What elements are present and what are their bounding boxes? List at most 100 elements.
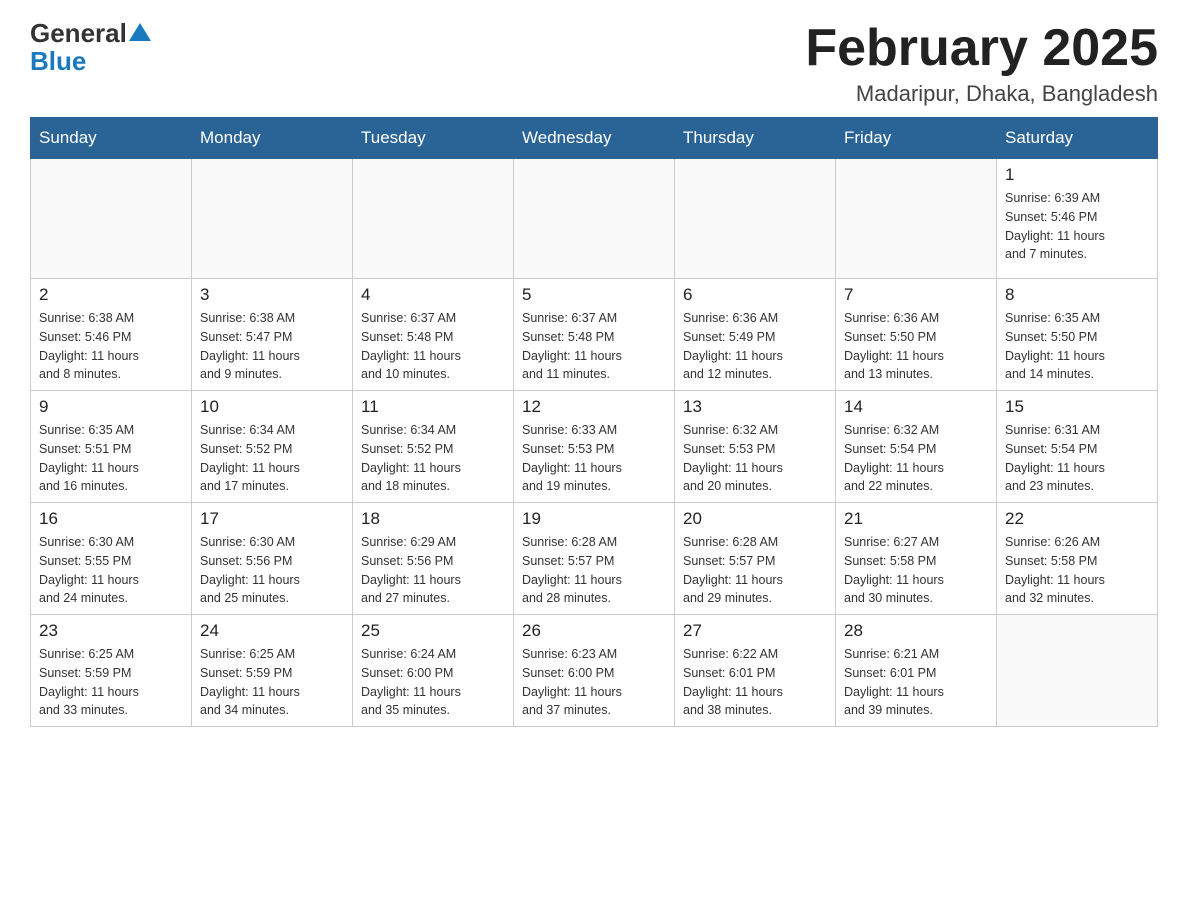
calendar-cell: 27 Sunrise: 6:22 AM Sunset: 6:01 PM Dayli…: [675, 615, 836, 727]
day-info: Sunrise: 6:35 AM Sunset: 5:51 PM Dayligh…: [39, 421, 183, 496]
weekday-header-monday: Monday: [192, 118, 353, 159]
day-info: Sunrise: 6:26 AM Sunset: 5:58 PM Dayligh…: [1005, 533, 1149, 608]
day-number: 25: [361, 621, 505, 641]
logo: General Blue: [30, 20, 151, 77]
calendar-cell: 6 Sunrise: 6:36 AM Sunset: 5:49 PM Daylig…: [675, 279, 836, 391]
day-number: 23: [39, 621, 183, 641]
day-number: 7: [844, 285, 988, 305]
calendar-cell: 1 Sunrise: 6:39 AM Sunset: 5:46 PM Daylig…: [997, 159, 1158, 279]
logo-triangle-icon: [129, 23, 151, 41]
title-section: February 2025 Madaripur, Dhaka, Banglade…: [805, 20, 1158, 107]
day-number: 2: [39, 285, 183, 305]
weekday-header-tuesday: Tuesday: [353, 118, 514, 159]
page-header: General Blue February 2025 Madaripur, Dh…: [30, 20, 1158, 107]
day-number: 27: [683, 621, 827, 641]
day-number: 22: [1005, 509, 1149, 529]
calendar-cell: 18 Sunrise: 6:29 AM Sunset: 5:56 PM Dayli…: [353, 503, 514, 615]
logo-general-text: General: [30, 20, 127, 46]
day-info: Sunrise: 6:28 AM Sunset: 5:57 PM Dayligh…: [683, 533, 827, 608]
calendar-cell: 2 Sunrise: 6:38 AM Sunset: 5:46 PM Daylig…: [31, 279, 192, 391]
calendar-cell: 5Sunrise: 6:37 AM Sunset: 5:48 PM Daylig…: [514, 279, 675, 391]
day-info: Sunrise: 6:31 AM Sunset: 5:54 PM Dayligh…: [1005, 421, 1149, 496]
calendar-cell: 4 Sunrise: 6:37 AM Sunset: 5:48 PM Daylig…: [353, 279, 514, 391]
week-row-2: 9 Sunrise: 6:35 AM Sunset: 5:51 PM Daylig…: [31, 391, 1158, 503]
week-row-4: 23 Sunrise: 6:25 AM Sunset: 5:59 PM Dayli…: [31, 615, 1158, 727]
day-info: Sunrise: 6:35 AM Sunset: 5:50 PM Dayligh…: [1005, 309, 1149, 384]
calendar-cell: 7 Sunrise: 6:36 AM Sunset: 5:50 PM Daylig…: [836, 279, 997, 391]
calendar-cell: [31, 159, 192, 279]
calendar-cell: 20 Sunrise: 6:28 AM Sunset: 5:57 PM Dayli…: [675, 503, 836, 615]
day-info: Sunrise: 6:39 AM Sunset: 5:46 PM Dayligh…: [1005, 189, 1149, 264]
weekday-header-row: SundayMondayTuesdayWednesdayThursdayFrid…: [31, 118, 1158, 159]
calendar-cell: 14 Sunrise: 6:32 AM Sunset: 5:54 PM Dayli…: [836, 391, 997, 503]
day-number: 16: [39, 509, 183, 529]
week-row-3: 16 Sunrise: 6:30 AM Sunset: 5:55 PM Dayli…: [31, 503, 1158, 615]
calendar-cell: 9 Sunrise: 6:35 AM Sunset: 5:51 PM Daylig…: [31, 391, 192, 503]
calendar-cell: [353, 159, 514, 279]
calendar-cell: [192, 159, 353, 279]
calendar-cell: 16 Sunrise: 6:30 AM Sunset: 5:55 PM Dayli…: [31, 503, 192, 615]
day-info: Sunrise: 6:21 AM Sunset: 6:01 PM Dayligh…: [844, 645, 988, 720]
calendar-cell: 3 Sunrise: 6:38 AM Sunset: 5:47 PM Daylig…: [192, 279, 353, 391]
day-info: Sunrise: 6:22 AM Sunset: 6:01 PM Dayligh…: [683, 645, 827, 720]
calendar-cell: 25Sunrise: 6:24 AM Sunset: 6:00 PM Dayli…: [353, 615, 514, 727]
calendar-cell: [675, 159, 836, 279]
day-info: Sunrise: 6:32 AM Sunset: 5:53 PM Dayligh…: [683, 421, 827, 496]
calendar-cell: 17Sunrise: 6:30 AM Sunset: 5:56 PM Dayli…: [192, 503, 353, 615]
day-number: 24: [200, 621, 344, 641]
day-info: Sunrise: 6:29 AM Sunset: 5:56 PM Dayligh…: [361, 533, 505, 608]
day-info: Sunrise: 6:36 AM Sunset: 5:50 PM Dayligh…: [844, 309, 988, 384]
day-info: Sunrise: 6:38 AM Sunset: 5:47 PM Dayligh…: [200, 309, 344, 384]
weekday-header-saturday: Saturday: [997, 118, 1158, 159]
day-info: Sunrise: 6:30 AM Sunset: 5:56 PM Dayligh…: [200, 533, 344, 608]
calendar-cell: 11Sunrise: 6:34 AM Sunset: 5:52 PM Dayli…: [353, 391, 514, 503]
calendar-cell: 26 Sunrise: 6:23 AM Sunset: 6:00 PM Dayli…: [514, 615, 675, 727]
day-number: 8: [1005, 285, 1149, 305]
day-number: 21: [844, 509, 988, 529]
calendar-cell: 22 Sunrise: 6:26 AM Sunset: 5:58 PM Dayli…: [997, 503, 1158, 615]
day-info: Sunrise: 6:36 AM Sunset: 5:49 PM Dayligh…: [683, 309, 827, 384]
day-info: Sunrise: 6:34 AM Sunset: 5:52 PM Dayligh…: [200, 421, 344, 496]
day-info: Sunrise: 6:33 AM Sunset: 5:53 PM Dayligh…: [522, 421, 666, 496]
day-number: 26: [522, 621, 666, 641]
calendar-cell: 12 Sunrise: 6:33 AM Sunset: 5:53 PM Dayli…: [514, 391, 675, 503]
day-info: Sunrise: 6:23 AM Sunset: 6:00 PM Dayligh…: [522, 645, 666, 720]
day-number: 10: [200, 397, 344, 417]
day-info: Sunrise: 6:32 AM Sunset: 5:54 PM Dayligh…: [844, 421, 988, 496]
day-info: Sunrise: 6:28 AM Sunset: 5:57 PM Dayligh…: [522, 533, 666, 608]
day-number: 13: [683, 397, 827, 417]
day-number: 11: [361, 397, 505, 417]
logo-blue-text: Blue: [30, 46, 86, 77]
day-number: 20: [683, 509, 827, 529]
day-number: 4: [361, 285, 505, 305]
day-number: 14: [844, 397, 988, 417]
calendar-cell: [997, 615, 1158, 727]
calendar-cell: [514, 159, 675, 279]
day-number: 18: [361, 509, 505, 529]
calendar-cell: 10 Sunrise: 6:34 AM Sunset: 5:52 PM Dayli…: [192, 391, 353, 503]
day-number: 12: [522, 397, 666, 417]
calendar-table: SundayMondayTuesdayWednesdayThursdayFrid…: [30, 117, 1158, 727]
day-number: 9: [39, 397, 183, 417]
day-info: Sunrise: 6:25 AM Sunset: 5:59 PM Dayligh…: [39, 645, 183, 720]
day-info: Sunrise: 6:37 AM Sunset: 5:48 PM Dayligh…: [361, 309, 505, 384]
calendar-cell: 8 Sunrise: 6:35 AM Sunset: 5:50 PM Daylig…: [997, 279, 1158, 391]
day-info: Sunrise: 6:25 AM Sunset: 5:59 PM Dayligh…: [200, 645, 344, 720]
week-row-1: 2 Sunrise: 6:38 AM Sunset: 5:46 PM Daylig…: [31, 279, 1158, 391]
calendar-title: February 2025: [805, 20, 1158, 77]
calendar-subtitle: Madaripur, Dhaka, Bangladesh: [805, 81, 1158, 107]
calendar-cell: 24 Sunrise: 6:25 AM Sunset: 5:59 PM Dayli…: [192, 615, 353, 727]
calendar-cell: [836, 159, 997, 279]
day-number: 3: [200, 285, 344, 305]
weekday-header-friday: Friday: [836, 118, 997, 159]
day-number: 6: [683, 285, 827, 305]
calendar-cell: 28 Sunrise: 6:21 AM Sunset: 6:01 PM Dayli…: [836, 615, 997, 727]
day-info: Sunrise: 6:27 AM Sunset: 5:58 PM Dayligh…: [844, 533, 988, 608]
weekday-header-wednesday: Wednesday: [514, 118, 675, 159]
day-info: Sunrise: 6:30 AM Sunset: 5:55 PM Dayligh…: [39, 533, 183, 608]
day-number: 28: [844, 621, 988, 641]
calendar-cell: 19Sunrise: 6:28 AM Sunset: 5:57 PM Dayli…: [514, 503, 675, 615]
calendar-cell: 21 Sunrise: 6:27 AM Sunset: 5:58 PM Dayli…: [836, 503, 997, 615]
day-info: Sunrise: 6:38 AM Sunset: 5:46 PM Dayligh…: [39, 309, 183, 384]
day-number: 1: [1005, 165, 1149, 185]
